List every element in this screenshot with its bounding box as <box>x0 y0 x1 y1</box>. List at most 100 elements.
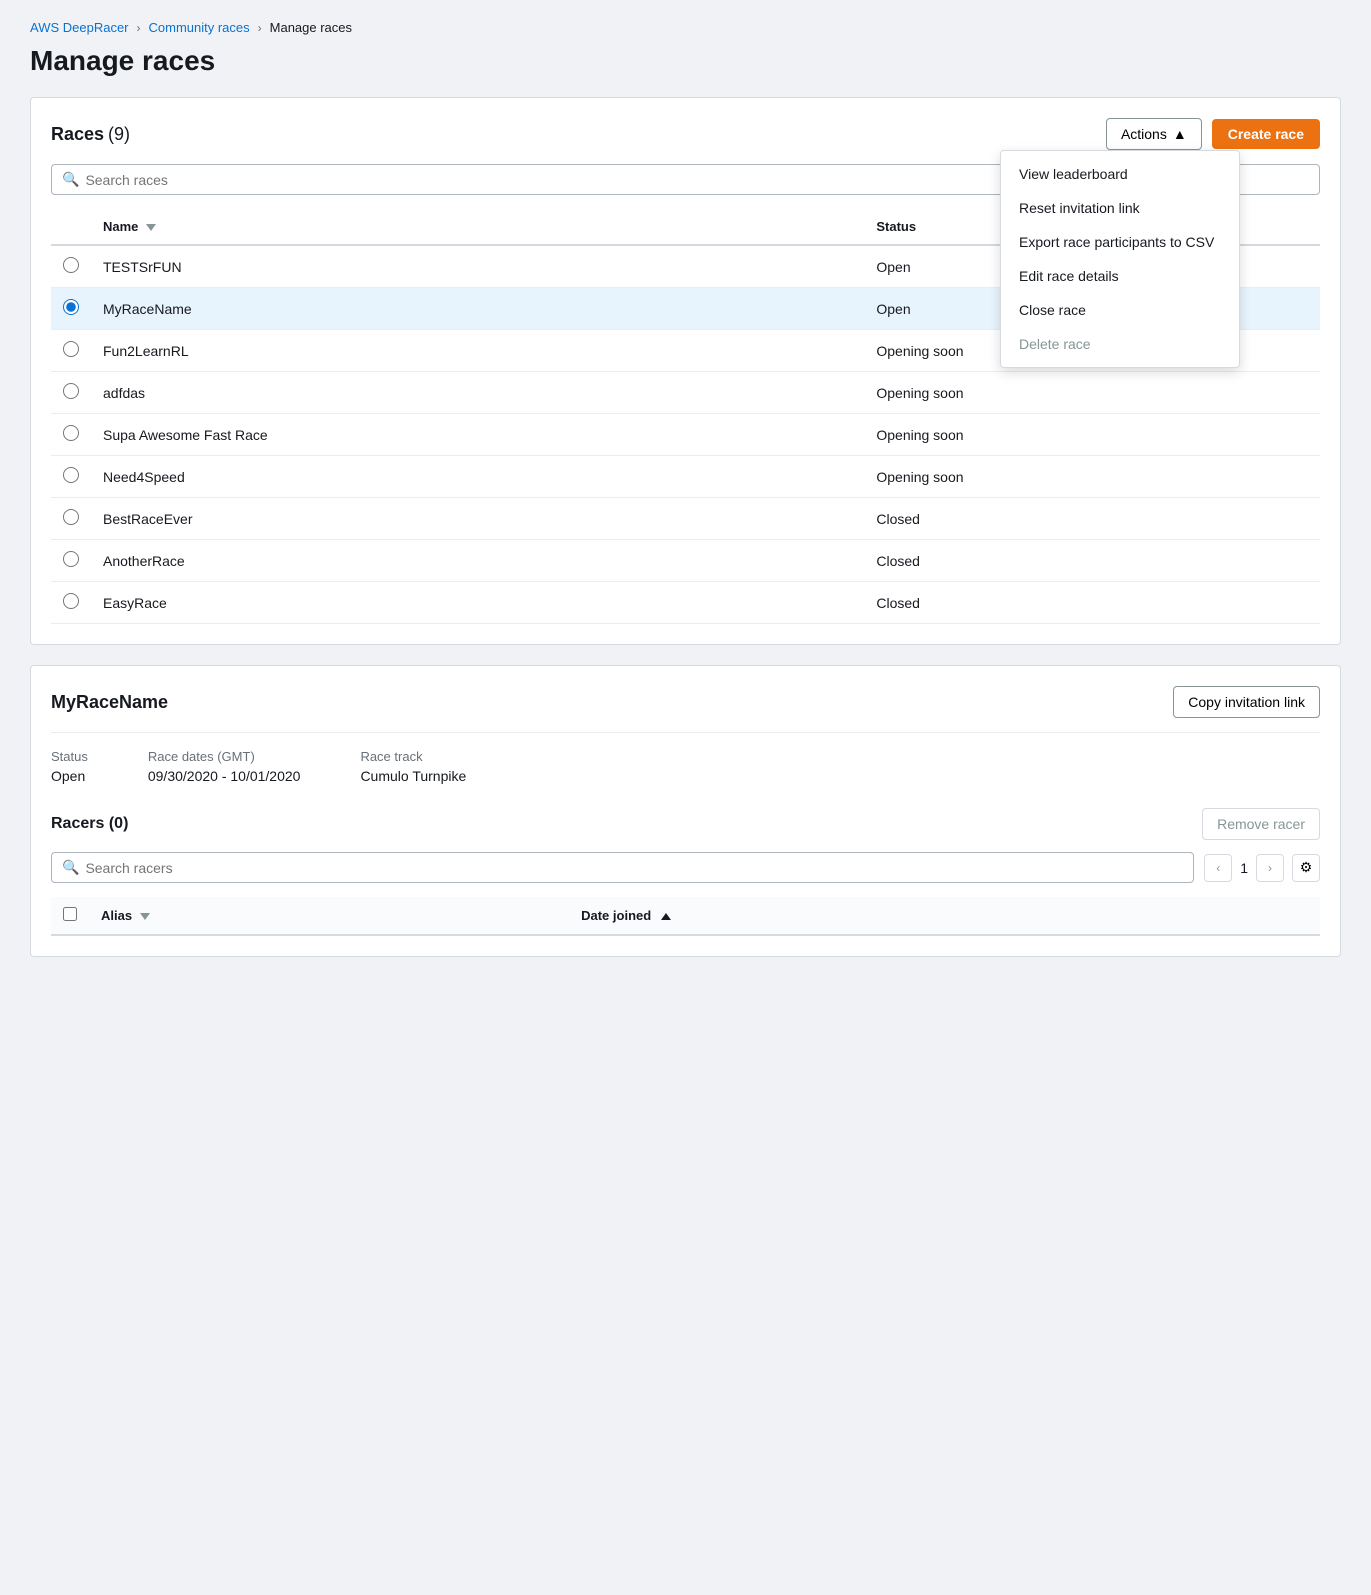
race-name-cell: EasyRace <box>91 582 864 624</box>
dropdown-item: Delete race <box>1001 327 1239 361</box>
table-row[interactable]: Need4Speed Opening soon <box>51 456 1320 498</box>
col-alias: Alias <box>89 897 569 935</box>
meta-track: Race track Cumulo Turnpike <box>360 749 466 784</box>
racers-search-bar: 🔍 <box>51 852 1194 883</box>
name-sort-icon <box>146 224 156 231</box>
track-value: Cumulo Turnpike <box>360 768 466 784</box>
race-status-cell: Closed <box>864 498 1320 540</box>
detail-meta: Status Open Race dates (GMT) 09/30/2020 … <box>51 749 1320 784</box>
race-name-cell: adfdas <box>91 372 864 414</box>
next-page-button[interactable]: › <box>1256 854 1284 882</box>
race-status-cell: Closed <box>864 582 1320 624</box>
actions-arrow-icon: ▲ <box>1173 126 1187 142</box>
breadcrumb-sep2: › <box>258 21 262 35</box>
page-title: Manage races <box>30 45 1341 77</box>
breadcrumb-root[interactable]: AWS DeepRacer <box>30 20 129 35</box>
racers-header: Racers (0) Remove racer <box>51 808 1320 840</box>
radio-cell <box>51 288 91 330</box>
dates-value: 09/30/2020 - 10/01/2020 <box>148 768 301 784</box>
track-label: Race track <box>360 749 466 764</box>
actions-label: Actions <box>1121 126 1167 142</box>
settings-button[interactable]: ⚙ <box>1292 854 1320 882</box>
copy-invitation-button[interactable]: Copy invitation link <box>1173 686 1320 718</box>
detail-race-name: MyRaceName <box>51 692 168 713</box>
detail-header: MyRaceName Copy invitation link <box>51 686 1320 733</box>
race-radio[interactable] <box>63 551 79 567</box>
col-checkbox <box>51 897 89 935</box>
race-radio[interactable] <box>63 467 79 483</box>
col-radio <box>51 209 91 245</box>
alias-sort-icon <box>140 913 150 920</box>
actions-dropdown: View leaderboardReset invitation linkExp… <box>1000 150 1240 368</box>
meta-dates: Race dates (GMT) 09/30/2020 - 10/01/2020 <box>148 749 301 784</box>
races-card-header: Races (9) Actions ▲ View leaderboardRese… <box>51 118 1320 150</box>
table-row[interactable]: EasyRace Closed <box>51 582 1320 624</box>
meta-status: Status Open <box>51 749 88 784</box>
radio-cell <box>51 372 91 414</box>
breadcrumb-level1[interactable]: Community races <box>149 20 250 35</box>
radio-cell <box>51 582 91 624</box>
actions-button[interactable]: Actions ▲ <box>1106 118 1202 150</box>
races-title-text: Races <box>51 124 104 144</box>
table-row[interactable]: BestRaceEver Closed <box>51 498 1320 540</box>
col-name: Name <box>91 209 864 245</box>
racers-table: Alias Date joined <box>51 897 1320 936</box>
dropdown-item[interactable]: Close race <box>1001 293 1239 327</box>
pagination: ‹ 1 › ⚙ <box>1204 854 1320 882</box>
racers-count: (0) <box>109 815 129 832</box>
dates-label: Race dates (GMT) <box>148 749 301 764</box>
race-name-cell: Supa Awesome Fast Race <box>91 414 864 456</box>
dropdown-item[interactable]: Edit race details <box>1001 259 1239 293</box>
racers-title: Racers (0) <box>51 815 128 833</box>
race-radio[interactable] <box>63 593 79 609</box>
race-name-cell: Need4Speed <box>91 456 864 498</box>
status-value: Open <box>51 768 85 784</box>
date-sort-icon <box>661 913 671 920</box>
race-radio[interactable] <box>63 425 79 441</box>
breadcrumb: AWS DeepRacer › Community races › Manage… <box>30 20 1341 35</box>
race-status-cell: Opening soon <box>864 456 1320 498</box>
racers-search-row: 🔍 ‹ 1 › ⚙ <box>51 852 1320 883</box>
race-name-cell: AnotherRace <box>91 540 864 582</box>
select-all-checkbox[interactable] <box>63 907 77 921</box>
radio-cell <box>51 245 91 288</box>
table-row[interactable]: adfdas Opening soon <box>51 372 1320 414</box>
race-status-cell: Opening soon <box>864 414 1320 456</box>
radio-cell <box>51 540 91 582</box>
page-number: 1 <box>1240 860 1248 876</box>
race-radio[interactable] <box>63 257 79 273</box>
races-card: Races (9) Actions ▲ View leaderboardRese… <box>30 97 1341 645</box>
create-race-button[interactable]: Create race <box>1212 119 1320 149</box>
table-row[interactable]: AnotherRace Closed <box>51 540 1320 582</box>
races-count: (9) <box>108 124 130 144</box>
race-name-cell: Fun2LearnRL <box>91 330 864 372</box>
race-status-cell: Closed <box>864 540 1320 582</box>
dropdown-item[interactable]: Reset invitation link <box>1001 191 1239 225</box>
radio-cell <box>51 456 91 498</box>
table-row[interactable]: Supa Awesome Fast Race Opening soon <box>51 414 1320 456</box>
racers-search-input[interactable] <box>85 860 1183 876</box>
col-date-joined: Date joined <box>569 897 1320 935</box>
breadcrumb-level2: Manage races <box>270 20 352 35</box>
race-radio[interactable] <box>63 341 79 357</box>
prev-page-button[interactable]: ‹ <box>1204 854 1232 882</box>
status-label: Status <box>51 749 88 764</box>
race-radio[interactable] <box>63 383 79 399</box>
race-name-cell: MyRaceName <box>91 288 864 330</box>
radio-cell <box>51 498 91 540</box>
detail-card: MyRaceName Copy invitation link Status O… <box>30 665 1341 957</box>
header-actions: Actions ▲ View leaderboardReset invitati… <box>1106 118 1320 150</box>
race-status-cell: Opening soon <box>864 372 1320 414</box>
dropdown-item[interactable]: Export race participants to CSV <box>1001 225 1239 259</box>
race-radio[interactable] <box>63 299 79 315</box>
race-name-cell: TESTSrFUN <box>91 245 864 288</box>
radio-cell <box>51 330 91 372</box>
remove-racer-button[interactable]: Remove racer <box>1202 808 1320 840</box>
breadcrumb-sep1: › <box>137 21 141 35</box>
race-radio[interactable] <box>63 509 79 525</box>
radio-cell <box>51 414 91 456</box>
races-title: Races (9) <box>51 124 130 145</box>
dropdown-item[interactable]: View leaderboard <box>1001 157 1239 191</box>
search-icon: 🔍 <box>62 171 79 188</box>
racers-search-icon: 🔍 <box>62 859 79 876</box>
